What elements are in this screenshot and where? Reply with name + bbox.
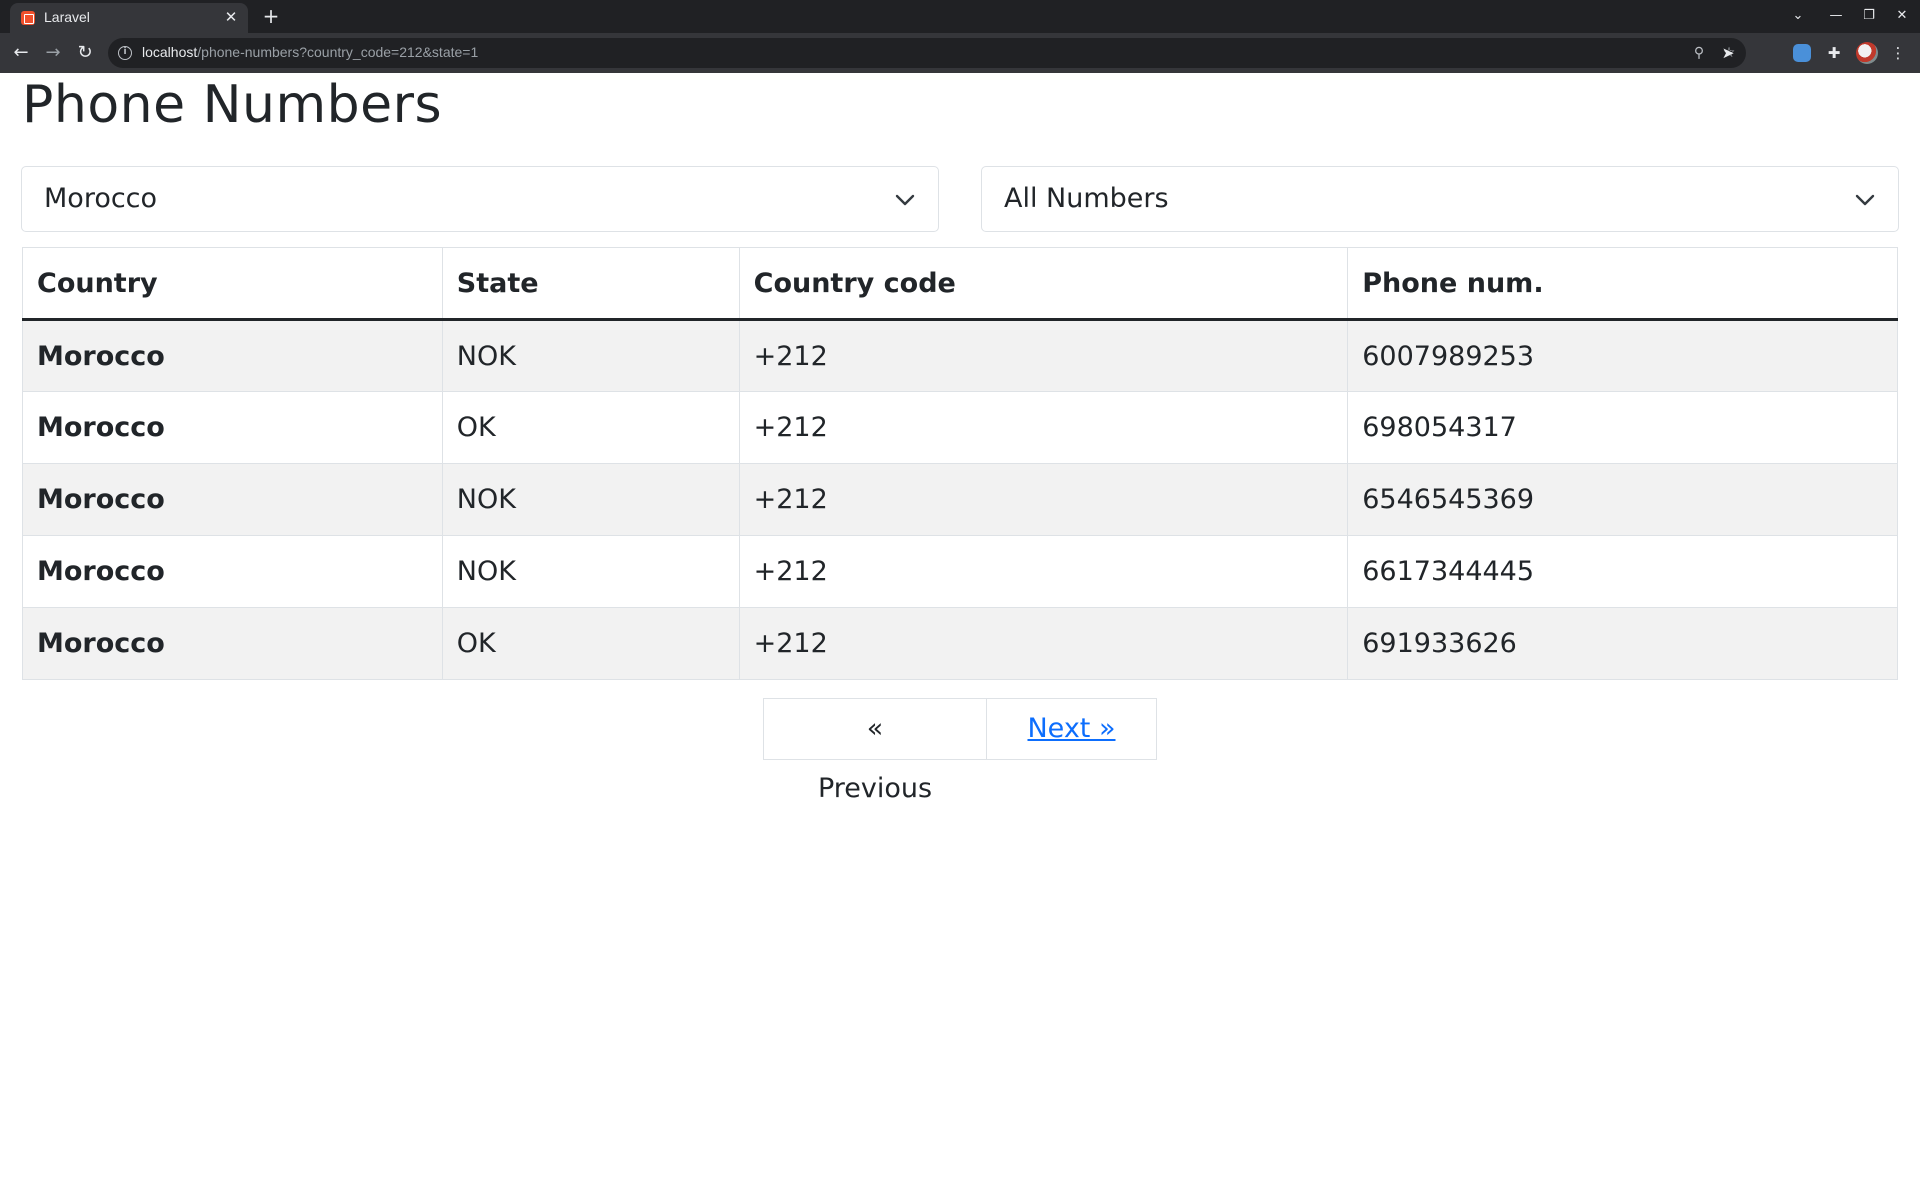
close-window-icon[interactable]: ✕ [1891, 5, 1913, 27]
table-row: Morocco NOK +212 6546545369 [22, 463, 1898, 536]
minimize-icon[interactable]: — [1825, 5, 1847, 27]
laravel-favicon-icon [21, 11, 35, 25]
cell-phone: 691933626 [1347, 607, 1898, 680]
table-header-row: Country State Country code Phone num. [22, 247, 1898, 321]
cell-state: NOK [441, 535, 740, 608]
restore-icon[interactable]: ❐ [1858, 5, 1880, 27]
extension-icon[interactable] [1793, 44, 1811, 62]
tab-close-icon[interactable]: ✕ [222, 8, 240, 26]
header-state: State [441, 247, 740, 321]
forward-icon[interactable]: → [41, 41, 65, 65]
cell-country: Morocco [22, 535, 443, 608]
cell-country: Morocco [22, 463, 443, 536]
country-select-value: Morocco [44, 183, 158, 214]
cell-phone: 6617344445 [1347, 535, 1898, 608]
cell-state: OK [441, 607, 740, 680]
cell-state: OK [441, 391, 740, 464]
country-select[interactable]: Morocco [21, 166, 939, 232]
previous-page-button[interactable]: « Previous [763, 698, 987, 804]
state-select-value: All Numbers [1004, 183, 1169, 214]
cell-state: NOK [441, 463, 740, 536]
header-phone-num: Phone num. [1347, 247, 1898, 321]
header-country-code: Country code [738, 247, 1349, 321]
tab-search-icon[interactable]: ⌄ [1787, 5, 1809, 27]
tab-title: Laravel [44, 9, 90, 25]
cell-country-code: +212 [738, 463, 1349, 536]
chevron-down-icon [1855, 194, 1875, 206]
profile-avatar[interactable] [1856, 42, 1878, 64]
reload-icon[interactable]: ↻ [73, 41, 97, 65]
cell-country-code: +212 [738, 319, 1349, 392]
browser-tab[interactable]: Laravel ✕ [10, 3, 248, 33]
cell-country: Morocco [22, 607, 443, 680]
browser-tab-strip: Laravel ✕ + ⌄ — ❐ ✕ [0, 0, 1920, 33]
send-tab-icon[interactable]: ➤ [1716, 41, 1740, 65]
cell-country-code: +212 [738, 391, 1349, 464]
chevron-down-icon [895, 194, 915, 206]
page-title: Phone Numbers [22, 75, 443, 135]
extensions-puzzle-icon[interactable]: ✚ [1822, 41, 1846, 65]
cell-country-code: +212 [738, 607, 1349, 680]
site-info-icon[interactable]: i [118, 46, 132, 60]
back-icon[interactable]: ← [9, 41, 33, 65]
page-content: Phone Numbers Morocco All Numbers Countr… [0, 73, 1920, 1200]
state-select[interactable]: All Numbers [981, 166, 1899, 232]
cell-phone: 6546545369 [1347, 463, 1898, 536]
pagination: « Previous Next » [763, 698, 1157, 804]
url-text[interactable]: localhost/phone-numbers?country_code=212… [142, 44, 478, 60]
cell-phone: 698054317 [1347, 391, 1898, 464]
new-tab-icon[interactable]: + [260, 5, 282, 27]
menu-kebab-icon[interactable]: ⋮ [1886, 41, 1910, 65]
cell-country: Morocco [22, 319, 443, 392]
address-bar[interactable]: i localhost/phone-numbers?country_code=2… [108, 38, 1746, 68]
phone-numbers-table: Country State Country code Phone num. Mo… [22, 247, 1898, 680]
next-page-link[interactable]: Next » [987, 698, 1157, 760]
zoom-icon[interactable]: ⚲ [1689, 43, 1709, 63]
table-row: Morocco OK +212 691933626 [22, 607, 1898, 680]
header-country: Country [22, 247, 443, 321]
cell-phone: 6007989253 [1347, 319, 1898, 392]
cell-country-code: +212 [738, 535, 1349, 608]
cell-state: NOK [441, 319, 740, 392]
table-row: Morocco OK +212 698054317 [22, 391, 1898, 464]
table-row: Morocco NOK +212 6617344445 [22, 535, 1898, 608]
table-row: Morocco NOK +212 6007989253 [22, 319, 1898, 392]
cell-country: Morocco [22, 391, 443, 464]
browser-toolbar: ← → ↻ i localhost/phone-numbers?country_… [0, 33, 1920, 73]
